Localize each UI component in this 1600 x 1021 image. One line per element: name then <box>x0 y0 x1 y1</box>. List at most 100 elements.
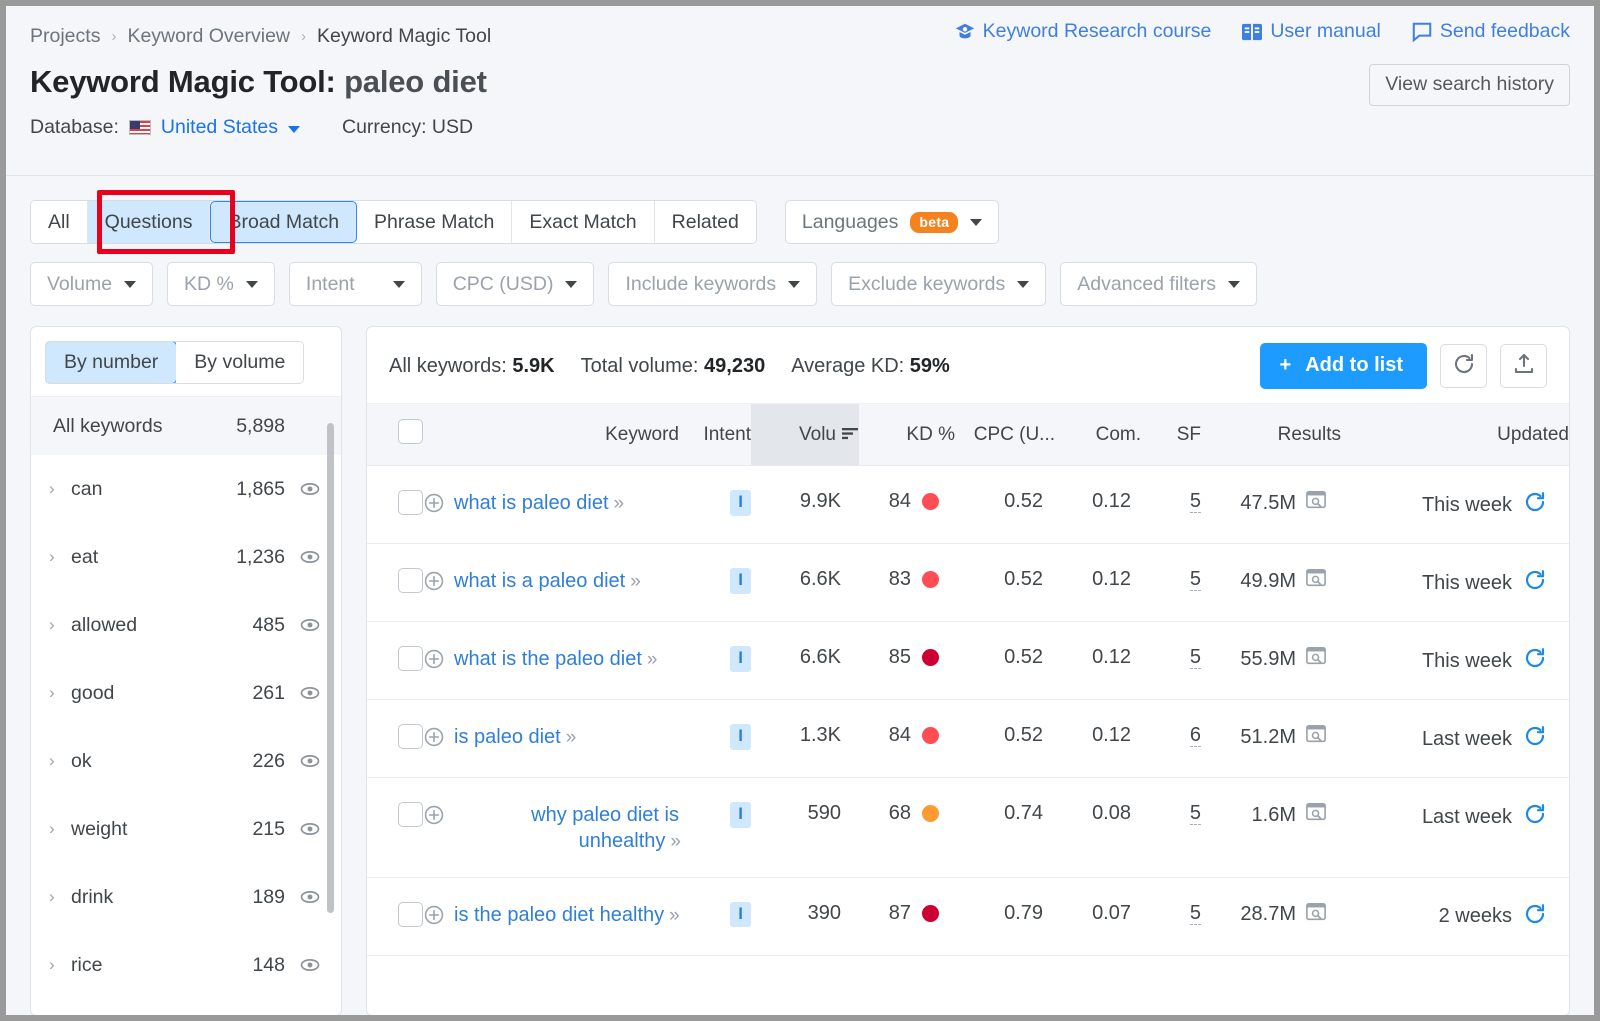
sort-by-volume-button[interactable]: By volume <box>176 342 303 383</box>
sidebar-group-row[interactable]: ›drink189 <box>31 863 341 931</box>
keyword-link[interactable]: is paleo diet» <box>454 724 574 750</box>
chevron-right-icon[interactable]: › <box>49 751 71 771</box>
intent-badge[interactable]: I <box>730 724 751 750</box>
sidebar-group-row[interactable]: ›weight215 <box>31 795 341 863</box>
refresh-icon[interactable] <box>1523 568 1547 598</box>
sidebar-group-row[interactable]: ›rice148 <box>31 931 341 999</box>
send-feedback-link[interactable]: Send feedback <box>1411 20 1570 43</box>
intent-filter[interactable]: Intent <box>289 262 422 306</box>
tab-phrase-match[interactable]: Phrase Match <box>357 201 512 243</box>
table-row[interactable]: what is a paleo diet»I6.6K830.520.12549.… <box>367 544 1569 622</box>
add-keyword-icon[interactable] <box>423 570 445 598</box>
refresh-icon[interactable] <box>1523 802 1547 832</box>
view-search-history-button[interactable]: View search history <box>1369 64 1570 106</box>
eye-icon[interactable] <box>299 954 321 976</box>
eye-icon[interactable] <box>299 886 321 908</box>
expand-keyword-icon[interactable]: » <box>670 831 679 852</box>
breadcrumb-item-projects[interactable]: Projects <box>30 25 100 48</box>
table-row[interactable]: is paleo diet»I1.3K840.520.12651.2MLast … <box>367 700 1569 778</box>
header-kd[interactable]: KD % <box>859 404 955 466</box>
kd-filter[interactable]: KD % <box>167 262 275 306</box>
header-cpc[interactable]: CPC (U... <box>955 404 1055 466</box>
row-checkbox[interactable] <box>398 802 423 827</box>
row-checkbox[interactable] <box>398 902 423 927</box>
intent-badge[interactable]: I <box>730 646 751 672</box>
breadcrumb-item-keyword-overview[interactable]: Keyword Overview <box>127 25 290 48</box>
intent-badge[interactable]: I <box>730 802 751 828</box>
sf-value[interactable]: 5 <box>1190 568 1201 591</box>
sf-value[interactable]: 5 <box>1190 646 1201 669</box>
tab-exact-match[interactable]: Exact Match <box>512 201 654 243</box>
table-row[interactable]: what is the paleo diet»I6.6K850.520.1255… <box>367 622 1569 700</box>
header-intent[interactable]: Intent <box>679 404 751 466</box>
keyword-research-course-link[interactable]: Keyword Research course <box>954 20 1212 43</box>
eye-icon[interactable] <box>299 478 321 500</box>
intent-badge[interactable]: I <box>730 490 751 516</box>
table-row[interactable]: what is paleo diet»I9.9K840.520.12547.5M… <box>367 466 1569 544</box>
serp-preview-icon[interactable] <box>1305 724 1327 750</box>
advanced-filters[interactable]: Advanced filters <box>1060 262 1257 306</box>
header-volume[interactable]: Volu <box>751 404 859 466</box>
refresh-icon[interactable] <box>1523 724 1547 754</box>
eye-icon[interactable] <box>299 546 321 568</box>
chevron-down-icon[interactable] <box>288 116 300 139</box>
sf-value[interactable]: 5 <box>1190 802 1201 825</box>
chevron-right-icon[interactable]: › <box>49 887 71 907</box>
add-keyword-icon[interactable] <box>423 904 445 932</box>
eye-icon[interactable] <box>299 750 321 772</box>
refresh-icon[interactable] <box>1523 902 1547 932</box>
chevron-right-icon[interactable]: › <box>49 547 71 567</box>
serp-preview-icon[interactable] <box>1305 646 1327 672</box>
sf-value[interactable]: 6 <box>1190 724 1201 747</box>
volume-filter[interactable]: Volume <box>30 262 153 306</box>
refresh-icon[interactable] <box>1523 646 1547 676</box>
tab-all[interactable]: All <box>31 201 88 243</box>
sf-value[interactable]: 5 <box>1190 490 1201 513</box>
sidebar-group-row[interactable]: ›good261 <box>31 659 341 727</box>
chevron-right-icon[interactable]: › <box>49 479 71 499</box>
cpc-filter[interactable]: CPC (USD) <box>436 262 595 306</box>
table-row[interactable]: why paleo diet is unhealthy»I590680.740.… <box>367 778 1569 878</box>
add-keyword-icon[interactable] <box>423 648 445 676</box>
row-checkbox[interactable] <box>398 490 423 515</box>
header-results[interactable]: Results <box>1201 404 1341 466</box>
user-manual-link[interactable]: User manual <box>1241 20 1381 43</box>
keyword-link[interactable]: what is the paleo diet» <box>454 646 655 672</box>
sf-value[interactable]: 5 <box>1190 902 1201 925</box>
serp-preview-icon[interactable] <box>1305 902 1327 928</box>
expand-keyword-icon[interactable]: » <box>614 493 623 514</box>
keyword-link[interactable]: is the paleo diet healthy» <box>454 902 678 928</box>
keyword-link[interactable]: what is paleo diet» <box>454 490 622 516</box>
include-keywords-filter[interactable]: Include keywords <box>608 262 817 306</box>
chevron-right-icon[interactable]: › <box>49 683 71 703</box>
refresh-icon[interactable] <box>1523 490 1547 520</box>
header-updated[interactable]: Updated <box>1341 404 1569 466</box>
sort-by-number-button[interactable]: By number <box>45 341 177 384</box>
serp-preview-icon[interactable] <box>1305 802 1327 828</box>
sidebar-item-all-keywords[interactable]: All keywords 5,898 <box>31 397 341 455</box>
header-com[interactable]: Com. <box>1055 404 1141 466</box>
chevron-right-icon[interactable]: › <box>49 955 71 975</box>
add-keyword-icon[interactable] <box>423 804 445 832</box>
database-value[interactable]: United States <box>161 116 278 139</box>
add-keyword-icon[interactable] <box>423 492 445 520</box>
expand-keyword-icon[interactable]: » <box>630 571 639 592</box>
eye-icon[interactable] <box>299 614 321 636</box>
sidebar-group-row[interactable]: ›can1,865 <box>31 455 341 523</box>
add-keyword-icon[interactable] <box>423 726 445 754</box>
row-checkbox[interactable] <box>398 724 423 749</box>
chevron-right-icon[interactable]: › <box>49 819 71 839</box>
sidebar-scrollbar[interactable] <box>327 423 334 913</box>
expand-keyword-icon[interactable]: » <box>566 727 575 748</box>
header-sf[interactable]: SF <box>1141 404 1201 466</box>
keyword-link[interactable]: what is a paleo diet» <box>454 568 639 594</box>
sidebar-group-row[interactable]: ›ok226 <box>31 727 341 795</box>
eye-icon[interactable] <box>299 682 321 704</box>
sidebar-group-row[interactable]: ›eat1,236 <box>31 523 341 591</box>
intent-badge[interactable]: I <box>730 568 751 594</box>
languages-dropdown[interactable]: Languages beta <box>785 200 1000 244</box>
sidebar-group-row[interactable]: ›allowed485 <box>31 591 341 659</box>
expand-keyword-icon[interactable]: » <box>669 905 678 926</box>
chevron-right-icon[interactable]: › <box>49 615 71 635</box>
serp-preview-icon[interactable] <box>1305 568 1327 594</box>
